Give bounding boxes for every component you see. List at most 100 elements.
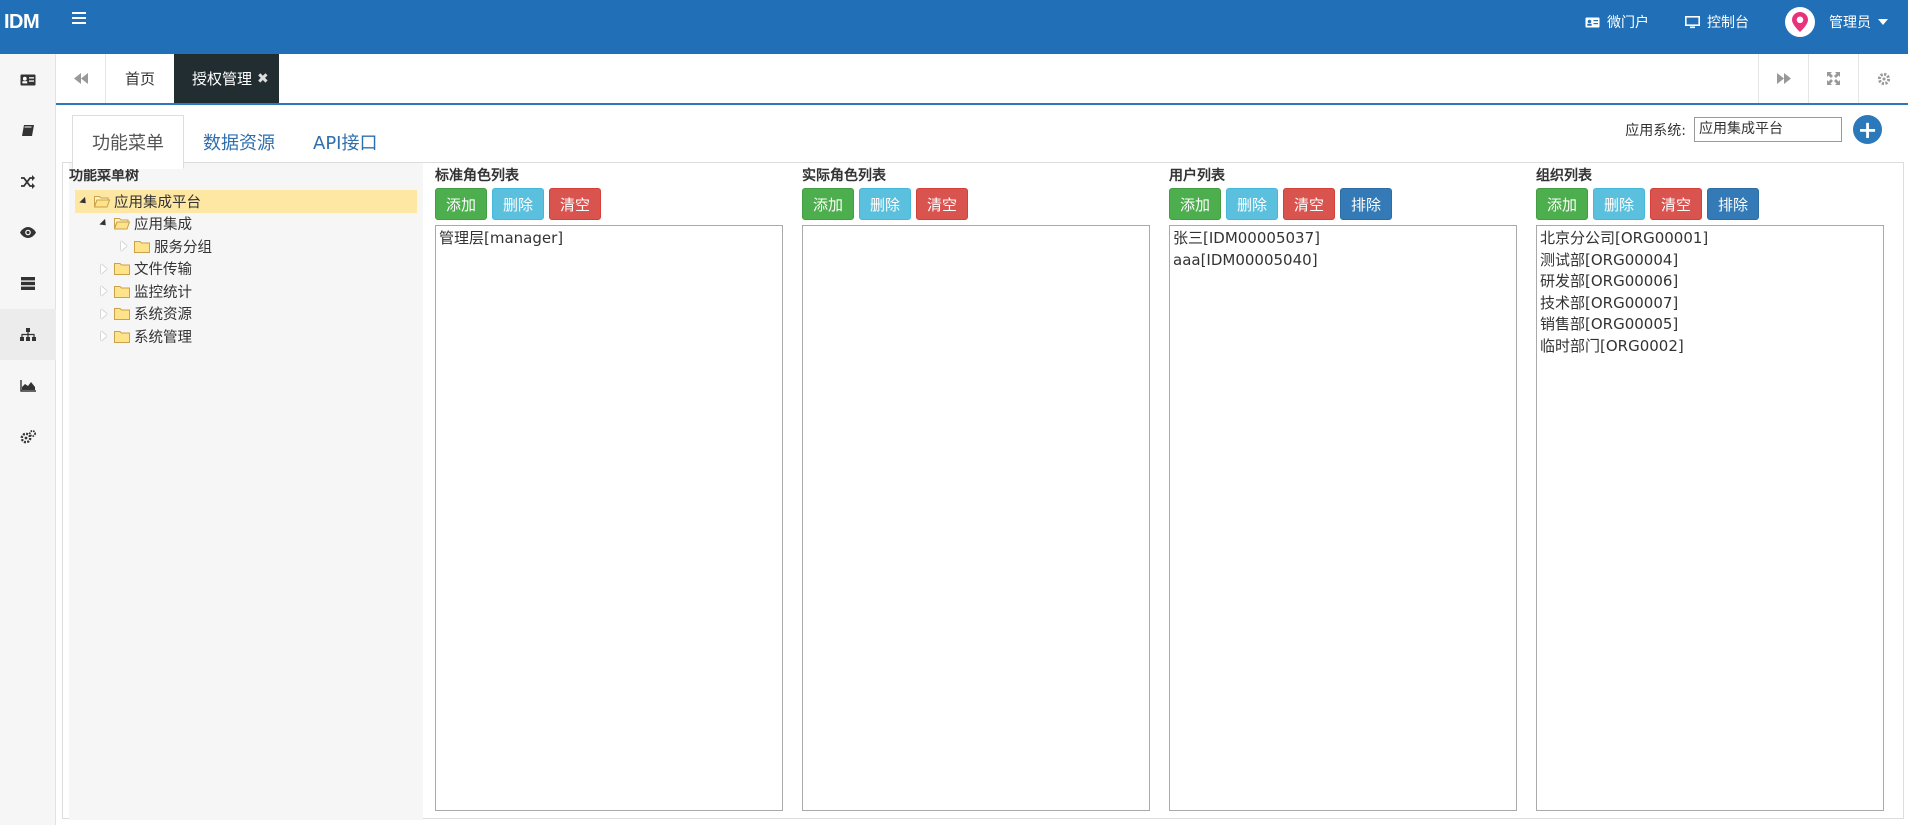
tree-node[interactable]: 应用集成平台 — [75, 190, 417, 213]
orgs-delete-button[interactable]: 删除 — [1593, 188, 1646, 220]
tree-node-label: 监控统计 — [134, 284, 192, 301]
tree-expanded-icon[interactable] — [77, 196, 91, 206]
sidebar-item-eye[interactable] — [0, 207, 56, 258]
console-label: 控制台 — [1707, 15, 1749, 31]
app-system-selector: 应用系统: 应用集成平台 + — [1625, 115, 1882, 144]
orgs-clear-button[interactable]: 清空 — [1650, 188, 1703, 220]
orgs-add-button[interactable]: 添加 — [1536, 188, 1589, 220]
tree-collapsed-icon[interactable] — [97, 286, 111, 297]
users-clear-button[interactable]: 清空 — [1283, 188, 1336, 220]
subtab-data-resources[interactable]: 数据资源 — [184, 115, 294, 169]
actual-roles-clear-button[interactable]: 清空 — [916, 188, 969, 220]
tree-node-label: 系统管理 — [134, 329, 192, 346]
sidebar-item-server[interactable] — [0, 258, 56, 309]
sidebar-item-chart[interactable] — [0, 360, 56, 411]
actual-roles-add-button[interactable]: 添加 — [802, 188, 855, 220]
user-menu[interactable]: 管理员 — [1785, 7, 1888, 37]
list-item[interactable]: 管理层[manager] — [439, 228, 779, 250]
list-item[interactable]: 张三[IDM00005037] — [1173, 228, 1513, 250]
users-add-button[interactable]: 添加 — [1169, 188, 1222, 220]
id-card-icon — [1585, 17, 1600, 27]
menu-toggle-icon[interactable] — [72, 12, 86, 26]
actual-roles-delete-button[interactable]: 删除 — [859, 188, 912, 220]
tree-node-label: 应用集成平台 — [114, 194, 201, 211]
scroll-tabs-right-button[interactable] — [1758, 54, 1808, 103]
orgs-exclude-button[interactable]: 排除 — [1707, 188, 1760, 220]
close-icon[interactable]: ✖ — [257, 71, 269, 87]
list-item[interactable]: 销售部[ORG00005] — [1540, 314, 1880, 336]
standard-roles-delete-button[interactable]: 删除 — [492, 188, 545, 220]
fullscreen-button[interactable] — [1808, 54, 1858, 103]
micro-portal-link[interactable]: 微门户 — [1585, 12, 1649, 32]
user-name: 管理员 — [1829, 15, 1871, 31]
tree-collapsed-icon[interactable] — [117, 241, 131, 252]
console-link[interactable]: 控制台 — [1685, 12, 1749, 32]
monitor-icon — [1685, 15, 1700, 28]
orgs-column: 组织列表 添加 删除 清空 排除 北京分公司[ORG00001] 测试部[ORG… — [1536, 163, 1884, 820]
actual-roles-toolbar: 添加 删除 清空 — [802, 188, 973, 220]
app-system-input[interactable]: 应用集成平台 — [1694, 117, 1842, 142]
server-icon — [21, 277, 35, 290]
avatar — [1785, 7, 1815, 37]
shuffle-icon — [21, 174, 35, 189]
authorization-panel: 功能菜单树 应用集成平台 应用集成 服务分组 文件传输 监控统计 系统资源 系统… — [62, 162, 1904, 820]
folder-icon — [114, 263, 130, 276]
tree-node-label: 应用集成 — [134, 217, 192, 234]
tab-bar: 首页 授权管理 ✖ — [56, 54, 1908, 105]
menu-tree: 应用集成平台 应用集成 服务分组 文件传输 监控统计 系统资源 系统管理 — [75, 190, 417, 348]
list-item[interactable]: 北京分公司[ORG00001] — [1540, 228, 1880, 250]
orgs-listbox[interactable]: 北京分公司[ORG00001] 测试部[ORG00004] 研发部[ORG000… — [1536, 225, 1884, 811]
users-exclude-button[interactable]: 排除 — [1340, 188, 1393, 220]
tab-authorization-label: 授权管理 — [192, 70, 253, 88]
scroll-tabs-left-button[interactable] — [56, 54, 106, 103]
tree-node-label: 文件传输 — [134, 262, 192, 279]
tree-node[interactable]: 系统资源 — [75, 303, 417, 326]
list-item[interactable]: 技术部[ORG00007] — [1540, 293, 1880, 315]
add-app-button[interactable]: + — [1853, 115, 1882, 144]
folder-icon — [114, 330, 130, 343]
sidebar-item-book[interactable] — [0, 105, 56, 156]
tab-authorization[interactable]: 授权管理 ✖ — [174, 54, 279, 103]
subtab-api[interactable]: API接口 — [294, 115, 396, 169]
sidebar-item-authorization[interactable] — [0, 309, 56, 360]
tree-collapsed-icon[interactable] — [97, 331, 111, 342]
tree-collapsed-icon[interactable] — [97, 308, 111, 319]
tree-node[interactable]: 文件传输 — [75, 258, 417, 281]
sidebar-item-settings[interactable] — [0, 411, 56, 462]
tree-node[interactable]: 监控统计 — [75, 280, 417, 303]
tab-home-label: 首页 — [125, 70, 156, 88]
users-delete-button[interactable]: 删除 — [1226, 188, 1279, 220]
logo[interactable]: IDM — [0, 0, 50, 44]
backward-icon — [73, 73, 88, 84]
list-item[interactable]: 研发部[ORG00006] — [1540, 271, 1880, 293]
navbar-right: 微门户 控制台 管理员 — [1549, 0, 1888, 44]
sidebar-item-portal[interactable] — [0, 54, 56, 105]
standard-roles-clear-button[interactable]: 清空 — [549, 188, 602, 220]
standard-roles-title: 标准角色列表 — [435, 168, 519, 184]
tree-collapsed-icon[interactable] — [97, 263, 111, 274]
users-listbox[interactable]: 张三[IDM00005037] aaa[IDM00005040] — [1169, 225, 1517, 811]
tree-node[interactable]: 应用集成 — [75, 213, 417, 236]
tree-node[interactable]: 系统管理 — [75, 325, 417, 348]
micro-portal-label: 微门户 — [1607, 15, 1649, 31]
list-item[interactable]: 测试部[ORG00004] — [1540, 250, 1880, 272]
folder-open-icon — [114, 218, 130, 230]
list-item[interactable]: 临时部门[ORG0002] — [1540, 336, 1880, 358]
tree-node[interactable]: 服务分组 — [75, 235, 417, 258]
book-icon — [22, 124, 34, 136]
app-system-label: 应用系统: — [1625, 122, 1686, 139]
tab-home[interactable]: 首页 — [106, 54, 176, 103]
actual-roles-listbox[interactable] — [802, 225, 1150, 811]
list-item[interactable]: aaa[IDM00005040] — [1173, 250, 1513, 272]
standard-roles-toolbar: 添加 删除 清空 — [435, 188, 606, 220]
sidebar-item-shuffle[interactable] — [0, 156, 56, 207]
left-sidebar — [0, 54, 56, 825]
tree-expanded-icon[interactable] — [97, 219, 111, 229]
standard-roles-add-button[interactable]: 添加 — [435, 188, 488, 220]
plus-icon: + — [1857, 115, 1878, 144]
standard-roles-listbox[interactable]: 管理层[manager] — [435, 225, 783, 811]
id-card-icon — [20, 74, 36, 85]
subtab-function-menu[interactable]: 功能菜单 — [72, 115, 184, 169]
tab-settings-button[interactable] — [1858, 54, 1908, 103]
users-title: 用户列表 — [1169, 168, 1225, 184]
